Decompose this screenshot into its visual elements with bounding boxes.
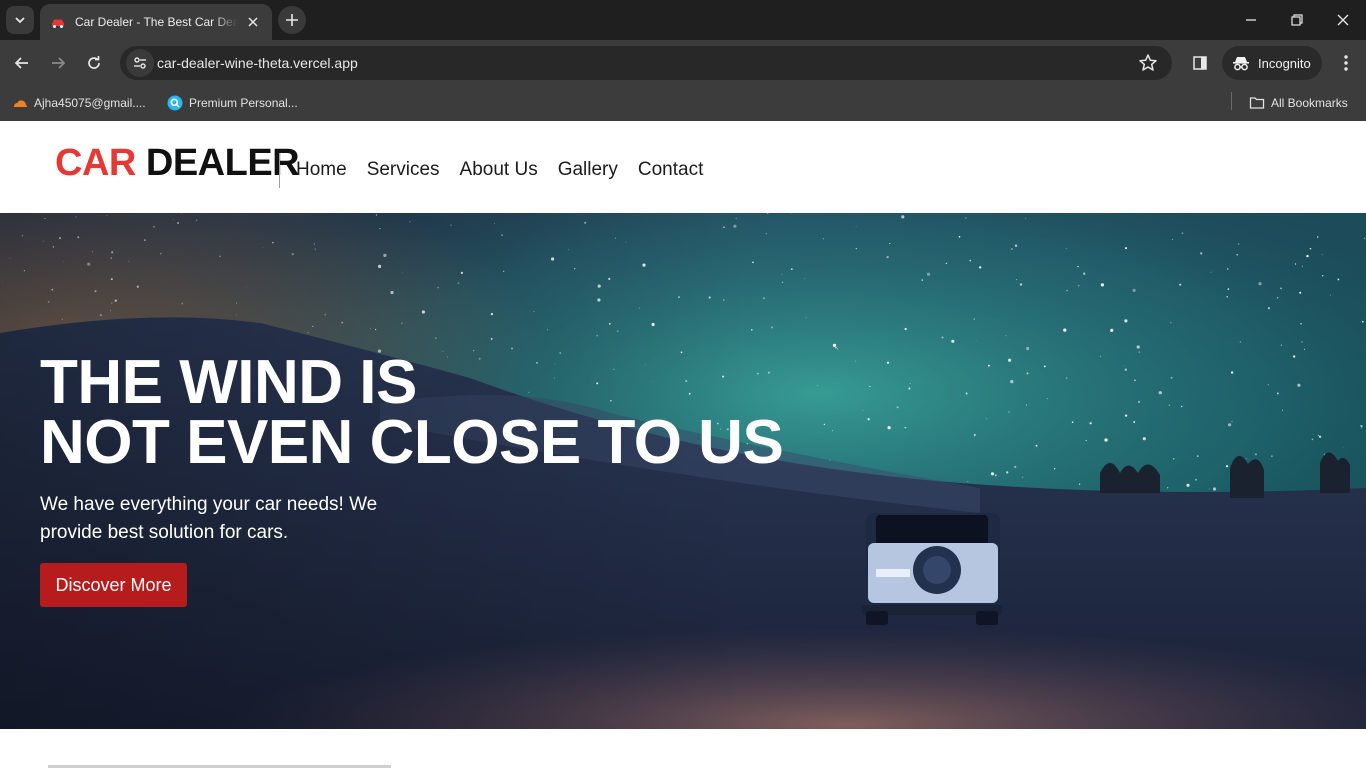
bookmarks-bar: Ajha45075@gmail.... Premium Personal... …	[0, 86, 1366, 121]
search-badge-icon	[167, 95, 183, 111]
minimize-icon	[1246, 19, 1256, 21]
discover-more-button[interactable]: Discover More	[40, 563, 187, 607]
arrow-right-icon	[52, 57, 66, 69]
site-info-button[interactable]	[126, 49, 154, 77]
bookmark-item[interactable]: Ajha45075@gmail....	[12, 92, 146, 114]
bookmark-item[interactable]: Premium Personal...	[167, 92, 298, 114]
nav-contact[interactable]: Contact	[638, 159, 703, 181]
tab-search-button[interactable]	[6, 6, 34, 34]
arrow-left-icon	[14, 57, 28, 69]
forward-button[interactable]	[44, 49, 72, 77]
nav-home[interactable]: Home	[296, 159, 347, 181]
bookmarks-separator	[1231, 92, 1232, 110]
tab-title: Car Dealer - The Best Car Dealer	[75, 15, 238, 29]
car-favicon-icon	[52, 19, 64, 28]
hero-title-line-2: NOT EVEN CLOSE TO US	[40, 408, 784, 477]
address-bar[interactable]: car-dealer-wine-theta.vercel.app	[120, 46, 1172, 80]
incognito-icon	[1233, 57, 1249, 71]
browser-toolbar: car-dealer-wine-theta.vercel.app Incogni…	[0, 40, 1366, 86]
active-tab[interactable]: Car Dealer - The Best Car Dealer	[40, 4, 272, 40]
nav-about-us[interactable]: About Us	[460, 159, 538, 181]
reload-button[interactable]	[80, 49, 108, 77]
nav-services[interactable]: Services	[367, 159, 440, 181]
all-bookmarks-button[interactable]: All Bookmarks	[1249, 92, 1348, 114]
new-tab-button[interactable]	[278, 6, 306, 34]
cloud-icon	[14, 100, 27, 107]
plus-icon	[286, 14, 298, 26]
nav-gallery[interactable]: Gallery	[558, 159, 618, 181]
tune-icon	[134, 57, 146, 69]
site-header: CAR DEALER Home Services About Us Galler…	[0, 121, 1366, 213]
logo-part-car: CAR	[55, 142, 136, 184]
below-hero-area	[0, 729, 1366, 768]
header-divider	[279, 153, 280, 188]
incognito-label: Incognito	[1258, 55, 1311, 71]
more-vertical-icon	[1344, 55, 1348, 71]
hero-section: THE WIND IS NOT EVEN CLOSE TO US We have…	[0, 213, 1366, 729]
reload-icon	[88, 56, 100, 69]
logo-part-dealer: DEALER	[145, 142, 300, 184]
bookmark-label: Premium Personal...	[189, 96, 298, 110]
side-panel-button[interactable]	[1186, 49, 1214, 77]
restore-button[interactable]	[1283, 6, 1311, 34]
tab-close-button[interactable]	[244, 13, 262, 31]
minimize-button[interactable]	[1237, 6, 1265, 34]
hero-title: THE WIND IS NOT EVEN CLOSE TO US	[40, 348, 784, 477]
chevron-down-icon	[15, 17, 25, 24]
close-icon	[1337, 14, 1349, 26]
close-icon	[248, 17, 258, 27]
browser-menu-button[interactable]	[1332, 49, 1360, 77]
star-icon[interactable]	[1138, 53, 1158, 73]
url-text[interactable]: car-dealer-wine-theta.vercel.app	[157, 55, 358, 71]
browser-tab-bar: Car Dealer - The Best Car Dealer	[0, 0, 1366, 40]
side-panel-icon	[1193, 56, 1207, 70]
bookmark-label: Ajha45075@gmail....	[34, 96, 146, 110]
hero-title-line-1: THE WIND IS	[40, 348, 417, 417]
hero-subtitle: We have everything your car needs! We pr…	[40, 494, 378, 543]
folder-icon	[1249, 97, 1265, 109]
restore-icon	[1291, 14, 1303, 26]
incognito-badge[interactable]: Incognito	[1222, 46, 1322, 80]
window-close-button[interactable]	[1329, 6, 1357, 34]
all-bookmarks-label: All Bookmarks	[1271, 96, 1348, 110]
site-logo[interactable]: CAR DEALER	[55, 142, 300, 184]
main-nav: Home Services About Us Gallery Contact	[296, 159, 703, 181]
back-button[interactable]	[8, 49, 36, 77]
